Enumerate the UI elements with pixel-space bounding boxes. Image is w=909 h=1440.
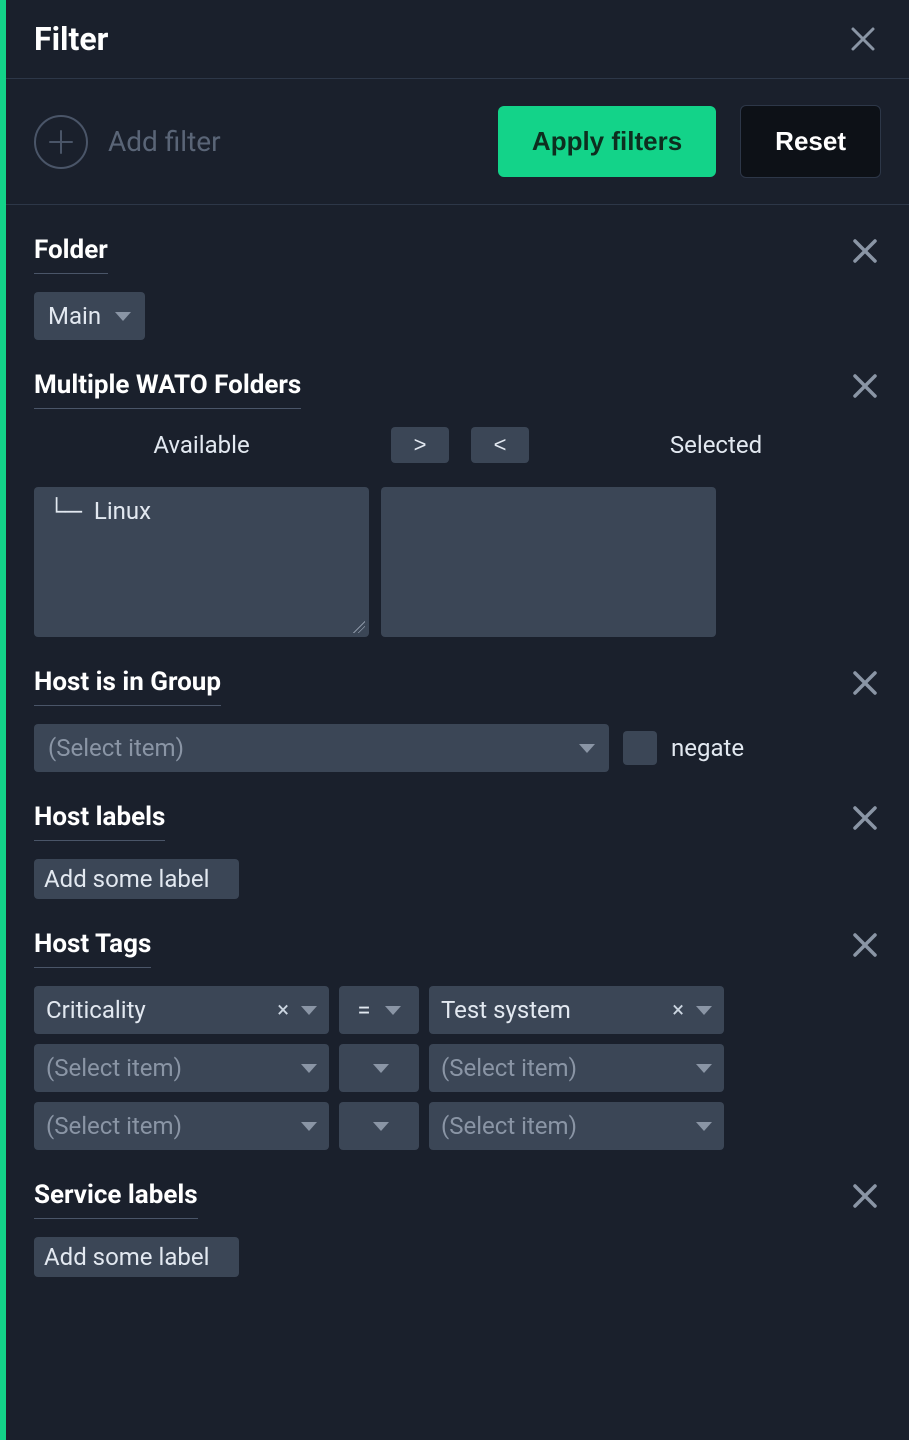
panel-content: Folder Main Multiple WATO Folders: [6, 205, 909, 1307]
tag-op-select[interactable]: [339, 1044, 419, 1092]
tag-value-placeholder: (Select item): [441, 1112, 577, 1140]
tag-value-select[interactable]: (Select item): [429, 1102, 724, 1150]
service-labels-input[interactable]: Add some label: [34, 1237, 239, 1277]
add-filter-button[interactable]: Add filter: [34, 115, 221, 169]
tag-row: Criticality × = Test system ×: [34, 986, 881, 1034]
panel-header: Filter: [6, 0, 909, 79]
section-title-multi-folders: Multiple WATO Folders: [34, 370, 301, 409]
section-title-folder: Folder: [34, 235, 108, 274]
list-item[interactable]: └─ Linux: [48, 497, 355, 526]
caret-down-icon: [373, 1122, 389, 1131]
host-labels-input[interactable]: Add some label: [34, 859, 239, 899]
selected-label: Selected: [551, 431, 881, 459]
caret-down-icon: [385, 1006, 401, 1015]
caret-down-icon: [301, 1122, 317, 1131]
move-right-button[interactable]: >: [391, 427, 449, 463]
tag-row: (Select item) (Select item): [34, 1102, 881, 1150]
tag-value-select[interactable]: (Select item): [429, 1044, 724, 1092]
available-listbox[interactable]: └─ Linux: [34, 487, 369, 637]
tag-value-select[interactable]: Test system ×: [429, 986, 724, 1034]
remove-folder-icon[interactable]: [849, 235, 881, 267]
tag-group-select[interactable]: (Select item): [34, 1044, 329, 1092]
remove-service-labels-icon[interactable]: [849, 1180, 881, 1212]
clear-icon[interactable]: ×: [275, 998, 291, 1023]
remove-host-tags-icon[interactable]: [849, 929, 881, 961]
negate-checkbox[interactable]: [623, 731, 657, 765]
tag-op-select[interactable]: =: [339, 986, 419, 1034]
host-group-placeholder: (Select item): [48, 734, 184, 762]
panel-title: Filter: [34, 20, 108, 58]
remove-multi-folders-icon[interactable]: [849, 370, 881, 402]
close-icon[interactable]: [845, 21, 881, 57]
remove-host-labels-icon[interactable]: [849, 802, 881, 834]
reset-button[interactable]: Reset: [740, 105, 881, 178]
tag-group-placeholder: (Select item): [46, 1112, 182, 1140]
move-left-button[interactable]: <: [471, 427, 529, 463]
remove-host-group-icon[interactable]: [849, 667, 881, 699]
section-service-labels: Service labels Add some label: [34, 1180, 881, 1277]
caret-down-icon: [115, 312, 131, 321]
plus-circle-icon: [34, 115, 88, 169]
section-title-host-labels: Host labels: [34, 802, 165, 841]
tag-op-select[interactable]: [339, 1102, 419, 1150]
section-title-service-labels: Service labels: [34, 1180, 198, 1219]
caret-down-icon: [301, 1006, 317, 1015]
tag-row: (Select item) (Select item): [34, 1044, 881, 1092]
toolbar: Add filter Apply filters Reset: [6, 79, 909, 205]
tag-value-placeholder: (Select item): [441, 1054, 577, 1082]
negate-label: negate: [671, 734, 744, 762]
caret-down-icon: [696, 1006, 712, 1015]
caret-down-icon: [579, 744, 595, 753]
section-host-labels: Host labels Add some label: [34, 802, 881, 899]
host-group-select[interactable]: (Select item): [34, 724, 609, 772]
section-host-group: Host is in Group (Select item) negate: [34, 667, 881, 772]
caret-down-icon: [696, 1064, 712, 1073]
section-multi-folders: Multiple WATO Folders Available > < Sele…: [34, 370, 881, 637]
available-label: Available: [34, 431, 369, 459]
section-title-host-tags: Host Tags: [34, 929, 151, 968]
accent-bar: [0, 0, 6, 1440]
tag-group-value: Criticality: [46, 996, 146, 1024]
caret-down-icon: [301, 1064, 317, 1073]
section-title-host-group: Host is in Group: [34, 667, 221, 706]
tag-group-select[interactable]: (Select item): [34, 1102, 329, 1150]
tag-group-placeholder: (Select item): [46, 1054, 182, 1082]
caret-down-icon: [696, 1122, 712, 1131]
section-host-tags: Host Tags Criticality × =: [34, 929, 881, 1150]
filter-panel: Filter Add filter Apply filters Reset Fo…: [6, 0, 909, 1440]
section-folder: Folder Main: [34, 235, 881, 340]
tag-group-select[interactable]: Criticality ×: [34, 986, 329, 1034]
folder-select[interactable]: Main: [34, 292, 145, 340]
tag-value-value: Test system: [441, 996, 571, 1024]
selected-listbox[interactable]: [381, 487, 716, 637]
apply-filters-button[interactable]: Apply filters: [498, 106, 716, 177]
add-filter-label: Add filter: [108, 125, 221, 158]
folder-select-value: Main: [48, 302, 101, 330]
tag-op-value: =: [357, 996, 370, 1024]
clear-icon[interactable]: ×: [670, 998, 686, 1023]
caret-down-icon: [373, 1064, 389, 1073]
